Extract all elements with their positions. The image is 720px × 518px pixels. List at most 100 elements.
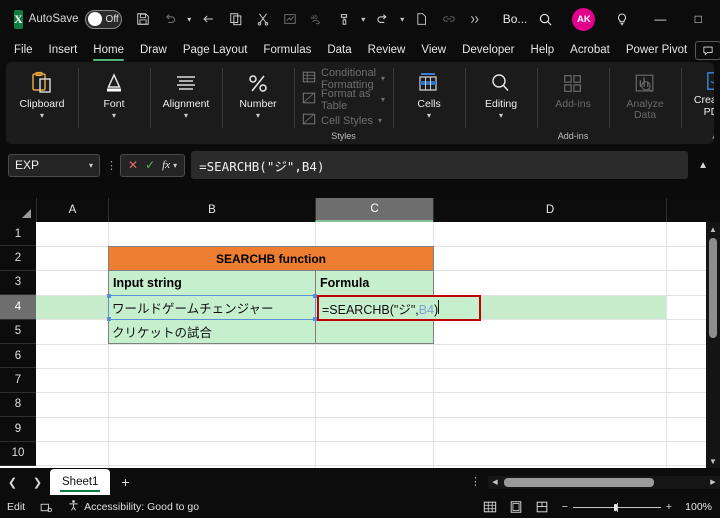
chevron-left-icon[interactable]: ❮	[0, 469, 25, 495]
formula-input[interactable]: =SEARCHB("ジ",B4)	[191, 151, 689, 179]
tab-file[interactable]: File	[6, 39, 41, 61]
row-header-3[interactable]: 3	[0, 270, 36, 296]
row-header-9[interactable]: 9	[0, 417, 36, 442]
chevron-down-icon[interactable]: ▾	[40, 111, 44, 120]
page-break-icon[interactable]	[530, 498, 554, 516]
row-header-1[interactable]: 1	[0, 222, 36, 247]
name-box[interactable]: EXP ▾	[8, 153, 100, 177]
chevron-down-icon[interactable]: ▾	[378, 116, 382, 125]
copy-icon[interactable]	[223, 6, 249, 32]
zoom-knob[interactable]	[613, 503, 617, 511]
zoom-track[interactable]	[572, 502, 661, 512]
chevron-down-icon[interactable]: ▾	[173, 161, 177, 170]
format-as-table-button[interactable]: Format as Table ▾	[299, 88, 388, 112]
column-header-b[interactable]: B	[108, 198, 315, 222]
chevron-down-icon[interactable]: ▾	[256, 111, 260, 120]
select-all-corner[interactable]	[0, 198, 36, 222]
horizontal-scrollbar[interactable]: ◀ ▶	[488, 475, 720, 489]
active-cell-c4-editor[interactable]: =SEARCHB("ジ",B4)	[317, 295, 481, 321]
row-header-2[interactable]: 2	[0, 246, 36, 271]
zoom-in-button[interactable]: +	[666, 501, 672, 513]
analyze-data-button[interactable]: Analyze Data	[614, 65, 676, 121]
row-header-4[interactable]: 4	[0, 295, 36, 320]
accessibility-status[interactable]: Accessibility: Good to go	[60, 499, 206, 515]
redo-icon[interactable]	[370, 6, 396, 32]
comment-icon[interactable]	[695, 40, 720, 60]
format-painter-chevron-down-icon[interactable]: ▾	[358, 6, 369, 32]
chevron-down-icon[interactable]: ▾	[381, 74, 385, 83]
number-button[interactable]: Number ▾	[227, 65, 289, 120]
chevron-up-icon[interactable]: ▲	[694, 160, 712, 171]
chevron-down-icon[interactable]: ▾	[381, 95, 385, 104]
plus-icon[interactable]: +	[110, 469, 140, 495]
avatar[interactable]: AK	[572, 7, 596, 31]
tab-formulas[interactable]: Formulas	[255, 39, 319, 61]
cells-button[interactable]: Cells ▾	[398, 65, 460, 120]
tab-developer[interactable]: Developer	[454, 39, 522, 61]
tab-view[interactable]: View	[413, 39, 454, 61]
format-painter-icon[interactable]	[331, 6, 357, 32]
page-layout-icon[interactable]	[504, 498, 528, 516]
editing-button[interactable]: Editing ▾	[470, 65, 532, 120]
autosave-toggle[interactable]: Off	[84, 9, 122, 29]
column-header-c[interactable]: C	[315, 198, 433, 222]
addins-button[interactable]: Add-ins	[542, 65, 604, 110]
scroll-up-icon[interactable]: ▲	[706, 222, 720, 236]
undo-icon[interactable]	[157, 6, 183, 32]
tab-review[interactable]: Review	[360, 39, 414, 61]
enter-check-icon[interactable]: ✓	[145, 158, 155, 172]
chevron-right-icon[interactable]: ❯	[25, 469, 50, 495]
chevron-down-icon[interactable]: ▾	[427, 111, 431, 120]
spelling-icon[interactable]: ab	[304, 6, 330, 32]
chevron-down-icon[interactable]: ▾	[112, 111, 116, 120]
save-icon[interactable]	[130, 6, 156, 32]
zoom-slider[interactable]: − +	[562, 501, 672, 513]
lightbulb-icon[interactable]	[604, 4, 640, 34]
back-arrow-icon[interactable]	[196, 6, 222, 32]
record-macro-icon[interactable]	[32, 501, 60, 514]
minimize-button[interactable]: —	[642, 4, 678, 34]
clipboard-button[interactable]: Clipboard ▾	[11, 65, 73, 120]
vertical-scroll-thumb[interactable]	[709, 238, 717, 338]
column-header-e[interactable]	[666, 198, 720, 222]
create-pdf-button[interactable]: Create a PDF	[686, 65, 714, 118]
column-header-a[interactable]: A	[36, 198, 108, 222]
tab-draw[interactable]: Draw	[132, 39, 175, 61]
more-vertical-icon[interactable]: ⋮	[463, 476, 488, 487]
more-icon[interactable]	[463, 6, 489, 32]
horizontal-scroll-track[interactable]	[500, 477, 708, 487]
grid-view-icon[interactable]	[478, 498, 502, 516]
tab-data[interactable]: Data	[319, 39, 359, 61]
redo-chevron-down-icon[interactable]: ▾	[397, 6, 408, 32]
alignment-button[interactable]: Alignment ▾	[155, 65, 217, 120]
conditional-formatting-button[interactable]: Conditional Formatting ▾	[299, 67, 388, 91]
chevron-down-icon[interactable]: ▾	[184, 111, 188, 120]
cancel-x-icon[interactable]: ✕	[128, 158, 138, 172]
fx-icon[interactable]: fx	[162, 159, 170, 171]
tab-page-layout[interactable]: Page Layout	[175, 39, 256, 61]
font-button[interactable]: Font ▾	[83, 65, 145, 120]
undo-chevron-down-icon[interactable]: ▾	[184, 6, 195, 32]
sheet-tab-sheet1[interactable]: Sheet1	[50, 469, 111, 495]
cells-area[interactable]: SEARCHB function Input string Formula ワー…	[36, 222, 720, 468]
tab-insert[interactable]: Insert	[41, 39, 86, 61]
tab-acrobat[interactable]: Acrobat	[562, 39, 618, 61]
column-header-d[interactable]: D	[433, 198, 666, 222]
triangle-right-icon[interactable]: ▶	[708, 478, 718, 486]
horizontal-scroll-thumb[interactable]	[504, 477, 654, 487]
row-header-7[interactable]: 7	[0, 368, 36, 393]
chevron-down-icon[interactable]: ▾	[499, 111, 503, 120]
zoom-level[interactable]: 100%	[680, 501, 712, 513]
zoom-out-button[interactable]: −	[562, 501, 568, 513]
cell-styles-button[interactable]: Cell Styles ▾	[299, 110, 385, 131]
scissors-icon[interactable]	[250, 6, 276, 32]
vertical-scrollbar[interactable]: ▲ ▼	[706, 222, 720, 468]
chevron-down-icon[interactable]: ▾	[89, 161, 93, 170]
scroll-down-icon[interactable]: ▼	[706, 454, 720, 468]
tab-power-pivot[interactable]: Power Pivot	[618, 39, 695, 61]
chart-icon[interactable]	[277, 6, 303, 32]
new-file-icon[interactable]	[409, 6, 435, 32]
tab-home[interactable]: Home	[85, 39, 132, 61]
link-icon[interactable]	[436, 6, 462, 32]
maximize-button[interactable]: □	[680, 4, 716, 34]
